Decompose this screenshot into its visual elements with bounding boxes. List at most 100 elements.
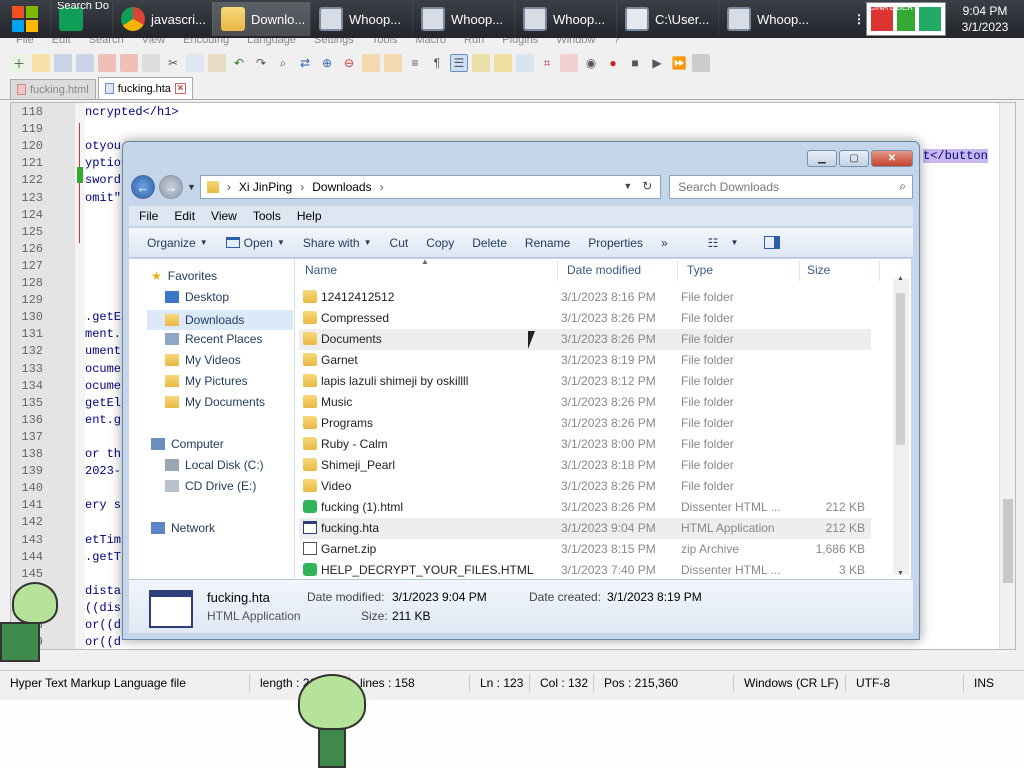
open-file-icon[interactable]	[32, 54, 50, 72]
menu-plugins[interactable]: Plugins	[502, 38, 538, 50]
preview-pane-icon[interactable]	[758, 236, 792, 249]
menu-edit[interactable]: Edit	[52, 38, 71, 50]
zoom-in-icon[interactable]: ⊕	[318, 54, 336, 72]
minimize-button[interactable]: ▁	[807, 150, 837, 167]
file-row[interactable]: fucking.hta 3/1/2023 9:04 PM HTML Applicat…	[299, 518, 871, 539]
nav-network[interactable]: Network	[151, 521, 215, 535]
clock[interactable]: 9:04 PM 3/1/2023	[946, 3, 1024, 35]
scroll-down-icon[interactable]: ▼	[897, 570, 904, 577]
tray-thumbnail[interactable]: CINA LIBER	[866, 2, 946, 36]
editor-scrollbar[interactable]	[999, 103, 1015, 649]
rename-button[interactable]: Rename	[519, 236, 582, 250]
indent-guide-icon[interactable]: ☰	[450, 54, 468, 72]
file-row[interactable]: Video 3/1/2023 8:26 PM File folder	[299, 476, 871, 497]
stop-macro-icon[interactable]: ■	[626, 54, 644, 72]
copy-icon[interactable]	[186, 54, 204, 72]
doc-map-icon[interactable]	[472, 54, 490, 72]
sidebar-item-my-pictures[interactable]: My Pictures	[165, 374, 248, 388]
redo-icon[interactable]: ↷	[252, 54, 270, 72]
menu-window[interactable]: Window	[556, 38, 595, 50]
folder-workspace-icon[interactable]	[516, 54, 534, 72]
file-row[interactable]: 12412412512 3/1/2023 8:16 PM File folder	[299, 287, 871, 308]
sidebar-item-downloads[interactable]: Downloads	[147, 310, 293, 330]
taskbar-item-explorer[interactable]: Downlo...	[212, 2, 310, 36]
close-button[interactable]: ✕	[871, 150, 913, 167]
column-size[interactable]: Size	[807, 263, 830, 277]
mascot-character[interactable]	[292, 674, 372, 768]
properties-button[interactable]: Properties	[582, 236, 655, 250]
address-bar[interactable]: › Xi JinPing › Downloads › ▼ ↻	[199, 175, 662, 199]
forward-button[interactable]: →	[158, 175, 183, 199]
file-row[interactable]: Programs 3/1/2023 8:26 PM File folder	[299, 413, 871, 434]
taskbar-item-whoop-2[interactable]: Whoop...	[412, 2, 514, 36]
file-row[interactable]: Garnet.zip 3/1/2023 8:15 PM zip Archive 1,6…	[299, 539, 871, 560]
close-icon[interactable]: ×	[174, 83, 186, 94]
start-button[interactable]	[0, 0, 50, 38]
save-macro-icon[interactable]	[692, 54, 710, 72]
nav-computer[interactable]: Computer	[151, 437, 224, 451]
play-macro-icon[interactable]: ▶	[648, 54, 666, 72]
menu-run[interactable]: Run	[464, 38, 484, 50]
menu-encoding[interactable]: Encoding	[183, 38, 229, 50]
menu-edit[interactable]: Edit	[174, 209, 195, 223]
delete-button[interactable]: Delete	[466, 236, 519, 250]
search-icon[interactable]: ⌕	[899, 179, 906, 194]
menu-file[interactable]: File	[16, 38, 34, 50]
breadcrumb-chevron-icon[interactable]: ›	[380, 180, 384, 194]
menu-help[interactable]: ?	[613, 38, 619, 50]
sidebar-item-local-disk[interactable]: Local Disk (C:)	[165, 458, 264, 472]
taskbar-item-whoop-1[interactable]: Whoop...	[310, 2, 412, 36]
monitor-icon[interactable]: ⌗	[538, 54, 556, 72]
cut-button[interactable]: Cut	[384, 236, 421, 250]
share-with-button[interactable]: Share with ▼	[297, 236, 384, 250]
close-all-icon[interactable]	[120, 54, 138, 72]
new-file-icon[interactable]: ＋	[10, 54, 28, 72]
menu-help[interactable]: Help	[297, 209, 322, 223]
menu-tools[interactable]: Tools	[372, 38, 398, 50]
editor-scroll-thumb[interactable]	[1003, 499, 1013, 583]
function-list-icon[interactable]	[494, 54, 512, 72]
save-icon[interactable]	[54, 54, 72, 72]
address-dropdown-icon[interactable]: ▼	[623, 181, 632, 191]
sidebar-item-cd-drive[interactable]: CD Drive (E:)	[165, 479, 256, 493]
breadcrumb-xi-jinping[interactable]: Xi JinPing	[239, 180, 292, 194]
refresh-icon[interactable]: ↻	[642, 179, 652, 193]
file-list-scroll-thumb[interactable]	[896, 293, 905, 445]
breadcrumb-downloads[interactable]: Downloads	[312, 180, 371, 194]
file-row[interactable]: HELP_DECRYPT_YOUR_FILES.HTML 3/1/2023 7:4…	[299, 560, 871, 581]
file-row[interactable]: Garnet 3/1/2023 8:19 PM File folder	[299, 350, 871, 371]
sidebar-item-recent-places[interactable]: Recent Places	[165, 332, 262, 346]
sidebar-item-my-videos[interactable]: My Videos	[165, 353, 241, 367]
file-row[interactable]: Compressed 3/1/2023 8:26 PM File folder	[299, 308, 871, 329]
panel-icon[interactable]	[560, 54, 578, 72]
file-list-scrollbar[interactable]: ▲ ▼	[893, 275, 909, 577]
more-options-icon[interactable]: ⋮	[852, 12, 866, 26]
more-commands-icon[interactable]: »	[655, 236, 680, 250]
file-row[interactable]: Music 3/1/2023 8:26 PM File folder	[299, 392, 871, 413]
paste-icon[interactable]	[208, 54, 226, 72]
file-row[interactable]: Ruby - Calm 3/1/2023 8:00 PM File folder	[299, 434, 871, 455]
sync-v-icon[interactable]	[362, 54, 380, 72]
zoom-out-icon[interactable]: ⊖	[340, 54, 358, 72]
search-input[interactable]: Search Downloads ⌕	[669, 175, 913, 199]
taskbar-item-whoop-4[interactable]: Whoop...	[718, 2, 820, 36]
menu-search[interactable]: Search	[89, 38, 124, 50]
mascot-character[interactable]	[0, 582, 62, 666]
file-row[interactable]: Shimeji_Pearl 3/1/2023 8:18 PM File folder	[299, 455, 871, 476]
file-row[interactable]: Documents 3/1/2023 8:26 PM File folder	[299, 329, 871, 350]
find-icon[interactable]: ⌕	[274, 54, 292, 72]
view-options-button[interactable]: ☷ ▼	[702, 236, 751, 250]
menu-settings[interactable]: Settings	[314, 38, 354, 50]
close-file-icon[interactable]	[98, 54, 116, 72]
organize-button[interactable]: Organize ▼	[141, 236, 220, 250]
word-wrap-icon[interactable]: ≡	[406, 54, 424, 72]
menu-language[interactable]: Language	[247, 38, 296, 50]
column-name[interactable]: Name	[305, 263, 337, 277]
column-type[interactable]: Type	[687, 263, 713, 277]
taskbar-item-whoop-3[interactable]: Whoop...	[514, 2, 616, 36]
open-button[interactable]: Open ▼	[220, 236, 297, 250]
nav-favorites[interactable]: ★ Favorites	[151, 269, 217, 283]
recent-pages-chevron-icon[interactable]: ▼	[187, 182, 196, 192]
file-row[interactable]: fucking (1).html 3/1/2023 8:26 PM Dissente…	[299, 497, 871, 518]
sidebar-item-desktop[interactable]: Desktop	[165, 290, 229, 304]
